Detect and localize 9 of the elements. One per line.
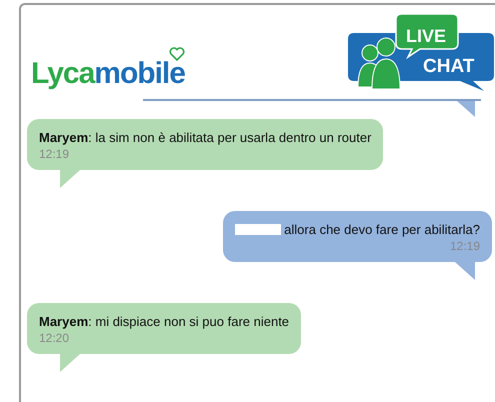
- message-text: Maryem: mi dispiace non si puo fare niente: [39, 314, 290, 329]
- message-time: 12:20: [39, 331, 70, 345]
- heart-icon: [169, 47, 185, 61]
- speech-tail-icon: [457, 101, 475, 117]
- brand-logo: Lycamobile: [31, 57, 185, 91]
- message-text: Maryem: la sim non è abilitata per usarla dentro un router: [39, 130, 372, 145]
- message-text: allora che devo fare per abilitarla?: [284, 222, 480, 237]
- message-time: 12:19: [450, 239, 480, 253]
- message-time: 12:19: [39, 147, 70, 161]
